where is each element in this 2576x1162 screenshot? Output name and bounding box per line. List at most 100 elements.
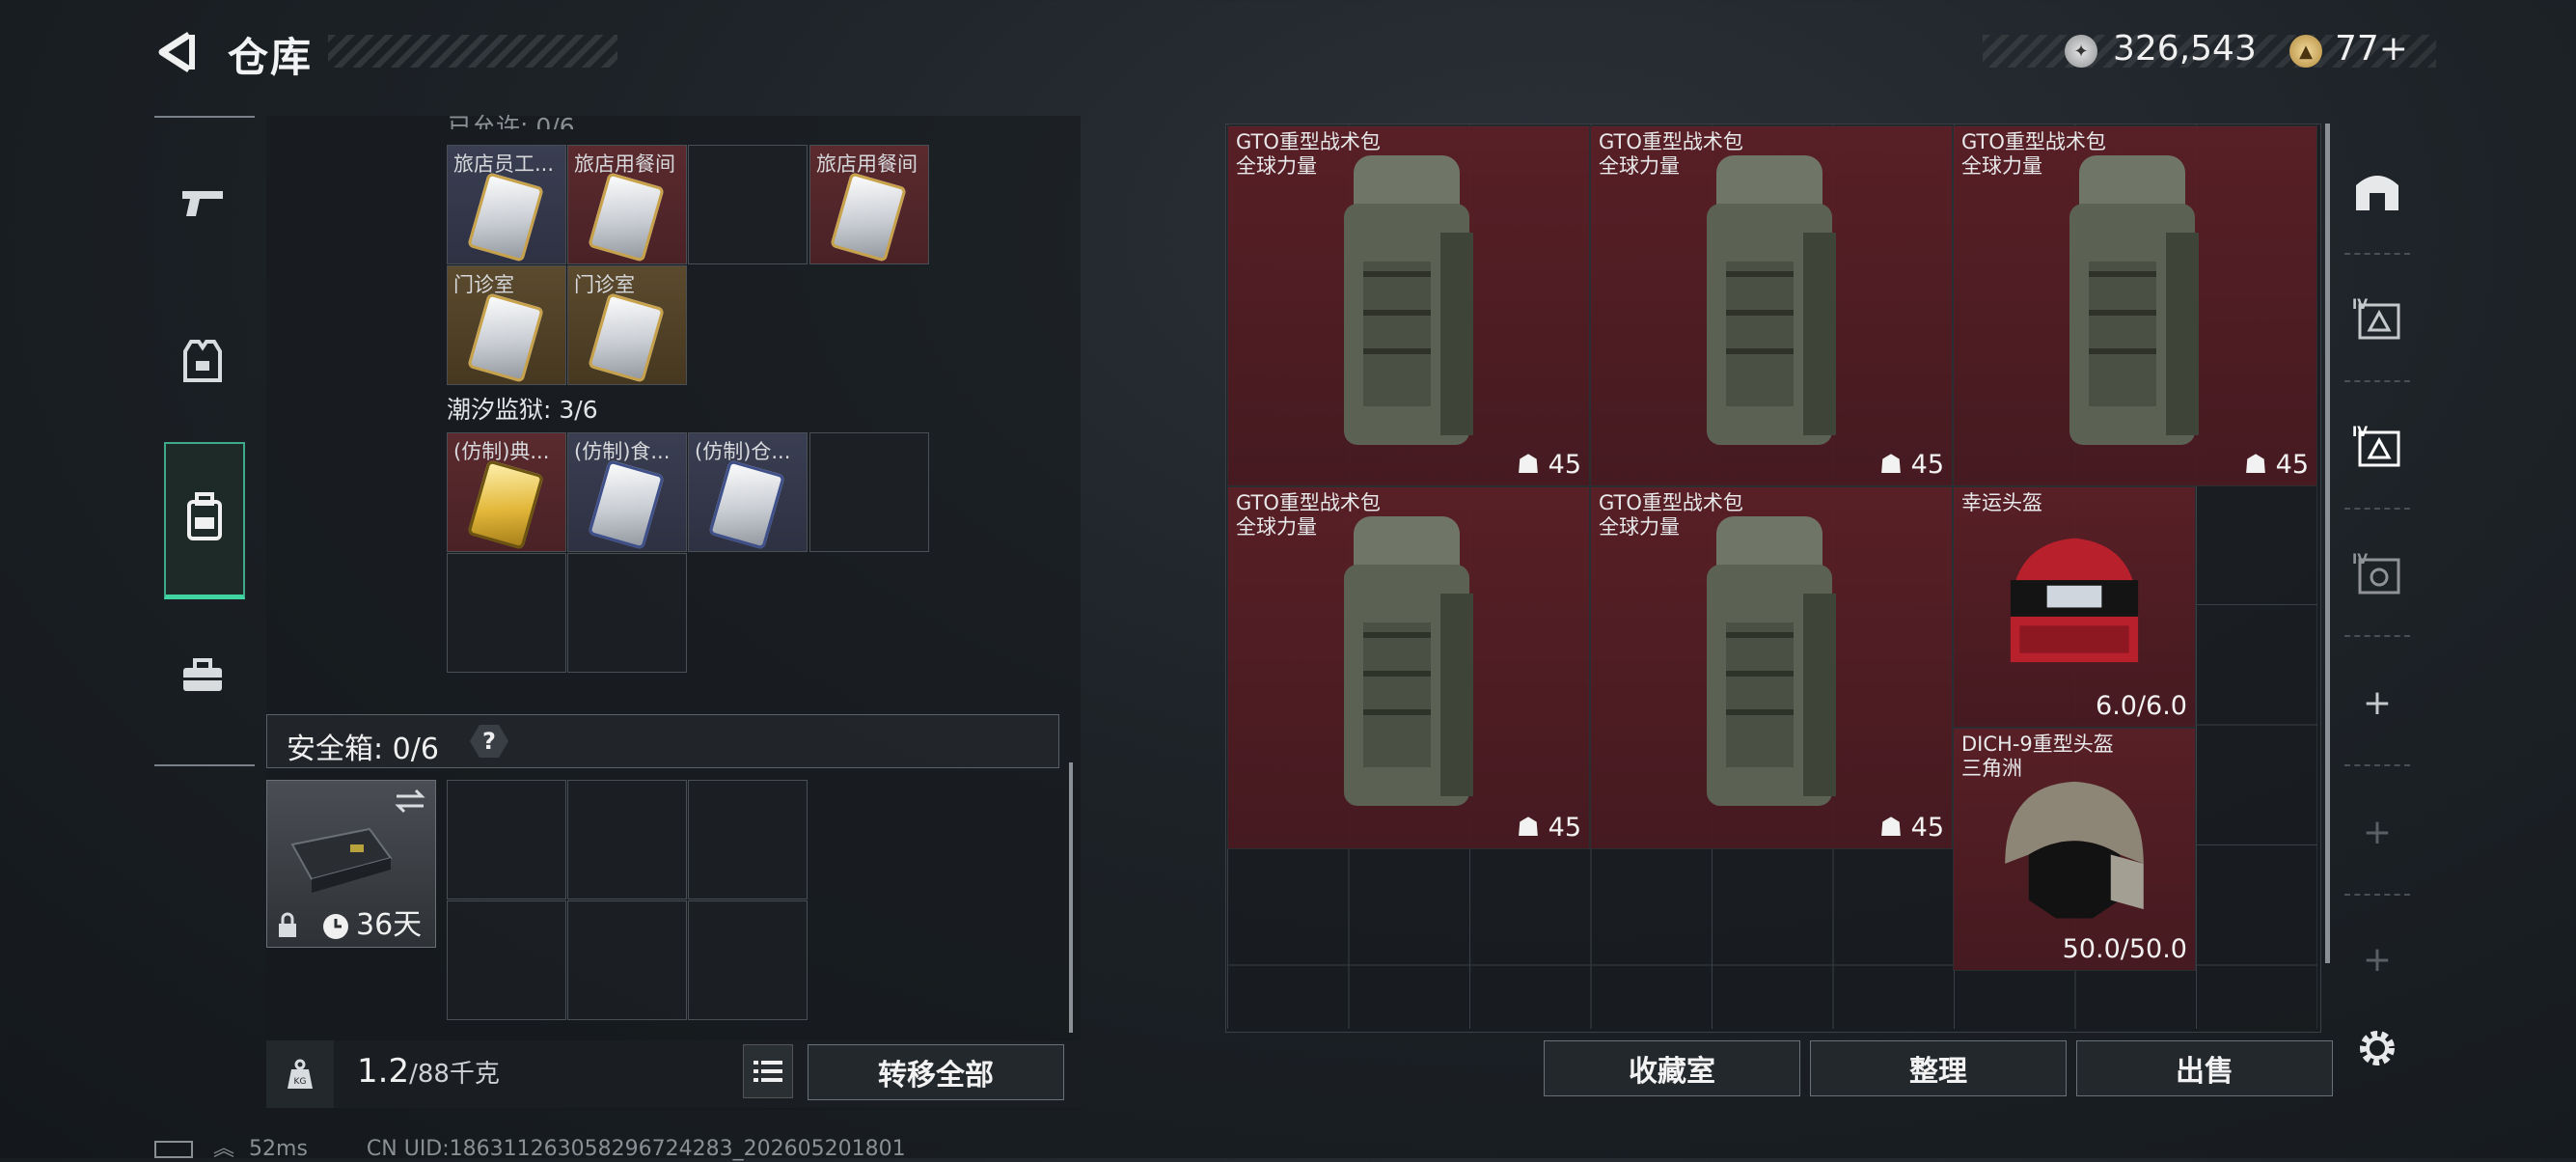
- add-tab-button[interactable]: +: [2344, 670, 2410, 735]
- stash-tab-iv-3[interactable]: IV: [2344, 540, 2410, 606]
- item-card[interactable]: 旅店用餐间: [809, 145, 929, 264]
- red-helmet-icon: [2010, 538, 2139, 663]
- item-label: 门诊室: [453, 273, 514, 296]
- item-value: ☗ 45: [1516, 813, 1581, 843]
- lock-icon: [279, 912, 296, 937]
- keycard-icon: [467, 172, 544, 263]
- weight-readout: 1.2/88千克: [357, 1052, 500, 1091]
- item-value: ☗ 45: [2243, 450, 2309, 480]
- armor-vest-icon: [183, 340, 222, 382]
- empty-slot[interactable]: [688, 145, 808, 264]
- keycard-icon: [708, 459, 785, 550]
- list-icon: [754, 1061, 782, 1082]
- backpack-item[interactable]: GTO重型战术包 全球力量 ☗ 45: [1590, 486, 1953, 849]
- item-label: (仿制)仓...: [695, 440, 791, 463]
- safe-box-header: 安全箱: 0/6 ?: [266, 714, 1059, 768]
- empty-slot[interactable]: [447, 553, 566, 673]
- keycard-icon: [588, 292, 665, 383]
- empty-slot[interactable]: [567, 553, 687, 673]
- help-button[interactable]: ?: [470, 725, 508, 758]
- tier-iv-icon: IV: [2352, 425, 2400, 467]
- collection-room-button[interactable]: 收藏室: [1544, 1040, 1800, 1096]
- item-value: ☗ 45: [1878, 450, 1944, 480]
- silver-coin-icon: ✦: [2065, 35, 2097, 68]
- clock-icon: [323, 914, 348, 939]
- item-card[interactable]: 旅店员工...: [447, 145, 566, 264]
- keycard-icon: [467, 292, 544, 383]
- empty-slot[interactable]: [567, 780, 687, 899]
- weight-max: /88千克: [409, 1060, 500, 1089]
- case-icon: [290, 827, 393, 893]
- empty-slot[interactable]: [809, 432, 929, 552]
- uid: CN UID:186311263058296724283_20260520180…: [366, 1137, 906, 1161]
- safe-case-item[interactable]: 36天: [266, 780, 436, 948]
- add-tab-button-disabled[interactable]: +: [2344, 927, 2410, 992]
- transfer-all-button[interactable]: 转移全部: [808, 1044, 1064, 1100]
- tactical-backpack-icon: [1344, 516, 1473, 806]
- tactical-backpack-icon: [2069, 155, 2199, 445]
- sell-button[interactable]: 出售: [2076, 1040, 2333, 1096]
- sidebar-item-toolbox[interactable]: [164, 637, 241, 714]
- page-title: 仓库: [228, 34, 314, 81]
- item-label: 旅店员工...: [453, 152, 555, 176]
- item-label: (仿制)典...: [453, 440, 550, 463]
- currency-amount: 326,543: [2113, 29, 2257, 69]
- sidebar-item-weapons[interactable]: [164, 164, 241, 241]
- back-button[interactable]: [151, 27, 201, 77]
- item-name: 幸运头盔: [1961, 491, 2042, 514]
- premium-currency-amount[interactable]: 77+: [2335, 29, 2408, 69]
- item-card[interactable]: 门诊室: [447, 265, 566, 385]
- sidebar-item-armor[interactable]: [164, 322, 241, 400]
- battery-icon: [154, 1141, 193, 1158]
- kg-weight-icon: KG: [288, 1059, 313, 1089]
- stash-tab-iv-1[interactable]: IV: [2344, 286, 2410, 351]
- item-value: ☗ 45: [1516, 450, 1581, 480]
- sidebar-item-backpack[interactable]: [164, 442, 245, 599]
- left-scrollbar[interactable]: [1069, 762, 1073, 1033]
- empty-slot[interactable]: [567, 900, 687, 1020]
- toolbar-separator: [2344, 380, 2410, 382]
- backpack-item[interactable]: GTO重型战术包 全球力量 ☗ 45: [1953, 125, 2317, 486]
- item-card[interactable]: (仿制)食...: [567, 432, 687, 552]
- item-card[interactable]: (仿制)仓...: [688, 432, 808, 552]
- stash-tab-main[interactable]: [2344, 158, 2410, 224]
- header-stripe-decoration: [328, 35, 617, 68]
- list-view-button[interactable]: [743, 1044, 793, 1098]
- gear-icon: [2360, 1031, 2395, 1065]
- stash-scrollbar[interactable]: [2325, 124, 2330, 963]
- durability-value: 6.0/6.0: [2096, 691, 2187, 721]
- empty-slot[interactable]: [688, 900, 808, 1020]
- tactical-backpack-icon: [1707, 155, 1836, 445]
- safe-box-label: 安全箱: 0/6: [287, 733, 439, 766]
- backpack-item[interactable]: GTO重型战术包 全球力量 ☗ 45: [1227, 486, 1590, 849]
- keycard-icon: [467, 459, 544, 550]
- add-tab-button-disabled[interactable]: +: [2344, 799, 2410, 865]
- stash-tab-iv-2[interactable]: IV: [2344, 413, 2410, 479]
- toolbar-separator: [2344, 508, 2410, 510]
- svg-text:KG: KG: [294, 1077, 307, 1087]
- helmet-item[interactable]: 幸运头盔 6.0/6.0: [1953, 486, 2196, 728]
- swap-icon: [395, 788, 425, 814]
- backpack-item[interactable]: GTO重型战术包 全球力量 ☗ 45: [1590, 125, 1953, 486]
- section-title-tidal-prison: 潮汐监狱: 3/6: [447, 396, 598, 424]
- weight-icon: KG: [266, 1040, 334, 1108]
- helmet-item[interactable]: DICH-9重型头盔 三角洲 50.0/50.0: [1953, 728, 2196, 971]
- item-card[interactable]: (仿制)典...: [447, 432, 566, 552]
- item-card[interactable]: 旅店用餐间: [567, 145, 687, 264]
- item-card[interactable]: 门诊室: [567, 265, 687, 385]
- empty-slot[interactable]: [447, 780, 566, 899]
- weight-value: 1.2: [357, 1052, 410, 1091]
- backpack-icon: [187, 492, 222, 540]
- settings-button[interactable]: [2344, 1015, 2410, 1081]
- tactical-backpack-icon: [1344, 155, 1473, 445]
- item-label: 旅店用餐间: [574, 152, 675, 176]
- empty-slot[interactable]: [688, 780, 808, 899]
- empty-slot[interactable]: [447, 900, 566, 1020]
- wifi-icon: ︽: [213, 1137, 235, 1161]
- section-heading-partial: 已允许: 0/6: [448, 113, 575, 129]
- tier-iv-icon: IV: [2352, 552, 2400, 595]
- keycard-icon: [588, 172, 665, 263]
- arrange-button[interactable]: 整理: [1810, 1040, 2067, 1096]
- backpack-item[interactable]: GTO重型战术包 全球力量 ☗ 45: [1227, 125, 1590, 486]
- keycard-icon: [588, 459, 665, 550]
